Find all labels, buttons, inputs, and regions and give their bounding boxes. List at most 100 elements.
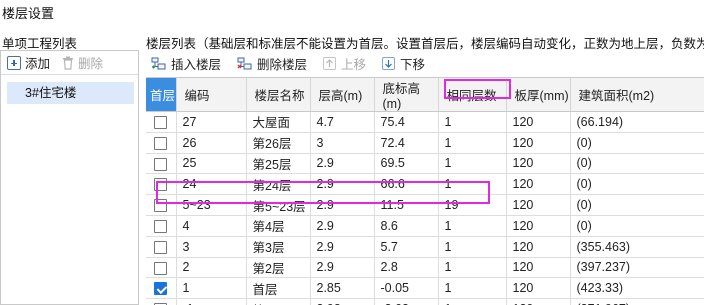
cell-slab[interactable]: 120: [506, 111, 571, 133]
cell-area[interactable]: (0): [570, 173, 704, 196]
cell-name[interactable]: 第25层: [246, 153, 311, 175]
cell-name[interactable]: 第24层: [246, 173, 311, 196]
cell-height[interactable]: 2.9: [310, 194, 375, 216]
first-floor-checkbox[interactable]: [154, 157, 168, 171]
cell-name[interactable]: 第2层: [246, 257, 311, 279]
cell-slab[interactable]: 120: [506, 257, 571, 279]
first-floor-checkbox[interactable]: [154, 136, 168, 150]
table-row[interactable]: 26 第26层 3 72.4 1 120 (0): [146, 132, 704, 154]
cell-area[interactable]: (66.194): [570, 111, 704, 133]
table-row[interactable]: -1第-1层2.98-3.031120(371.967): [146, 298, 704, 305]
first-floor-checkbox[interactable]: [154, 199, 168, 213]
cell-same[interactable]: 1: [438, 298, 507, 305]
cell-base[interactable]: 8.6: [374, 215, 439, 237]
cell-code[interactable]: 4: [176, 215, 247, 237]
cell-area[interactable]: (355.463): [570, 236, 704, 258]
col-header-base-elevation[interactable]: 底标高(m): [374, 78, 439, 112]
cell-same[interactable]: 1: [438, 236, 507, 258]
cell-base[interactable]: 66.6: [374, 173, 439, 196]
cell-base[interactable]: 5.7: [374, 236, 439, 258]
cell-code[interactable]: 5~23: [176, 194, 247, 216]
cell-name[interactable]: 第26层: [246, 132, 311, 154]
cell-slab[interactable]: 120: [506, 153, 571, 175]
project-item[interactable]: 3#住宅楼: [7, 82, 134, 104]
cell-height[interactable]: 2.9: [310, 215, 375, 237]
cell-base[interactable]: -3.03: [374, 298, 439, 305]
cell-slab[interactable]: 120: [506, 132, 571, 154]
col-header-slab[interactable]: 板厚(mm): [506, 78, 571, 112]
cell-slab[interactable]: 120: [506, 236, 571, 258]
col-header-name[interactable]: 楼层名称: [246, 78, 311, 112]
table-row[interactable]: 4 第4层 2.9 8.6 1 120 (0): [146, 215, 704, 237]
add-project-button[interactable]: 添加: [7, 53, 50, 72]
table-row[interactable]: 2 第2层 2.9 2.8 1 120 (397.237): [146, 257, 704, 279]
cell-same[interactable]: 1: [438, 173, 507, 196]
cell-name[interactable]: 第-1层: [246, 298, 311, 305]
col-header-height[interactable]: 层高(m): [310, 78, 375, 112]
cell-area[interactable]: (0): [570, 215, 704, 237]
table-row[interactable]: 25 第25层 2.9 69.5 1 120 (0): [146, 153, 704, 175]
cell-area[interactable]: (0): [570, 153, 704, 175]
cell-name[interactable]: 大屋面: [246, 111, 311, 133]
cell-area[interactable]: (397.237): [570, 257, 704, 279]
cell-height[interactable]: 2.98: [310, 298, 375, 305]
cell-slab[interactable]: 120: [506, 173, 571, 196]
cell-name[interactable]: 第3层: [246, 236, 311, 258]
cell-height[interactable]: 3: [310, 132, 375, 154]
cell-same[interactable]: 1: [438, 111, 507, 133]
table-row[interactable]: 1 首层 2.85 -0.05 1 120 (423.33): [146, 277, 704, 300]
cell-slab[interactable]: 120: [506, 298, 571, 305]
cell-name[interactable]: 第4层: [246, 215, 311, 237]
col-header-same-count[interactable]: 相同层数: [438, 78, 507, 112]
cell-code[interactable]: 24: [176, 173, 247, 196]
move-up-button[interactable]: 上移: [323, 54, 366, 73]
cell-height[interactable]: 2.9: [310, 153, 375, 175]
table-row[interactable]: 24 第24层 2.9 66.6 1 120 (0): [146, 173, 704, 196]
table-row[interactable]: 3 第3层 2.9 5.7 1 120 (355.463): [146, 236, 704, 258]
cell-base[interactable]: 11.5: [374, 194, 439, 216]
cell-height[interactable]: 2.9: [310, 236, 375, 258]
first-floor-checkbox[interactable]: [154, 261, 168, 275]
cell-code[interactable]: 25: [176, 153, 247, 175]
cell-base[interactable]: -0.05: [374, 277, 439, 300]
table-row[interactable]: 27 大屋面 4.7 75.4 1 120 (66.194): [146, 111, 704, 133]
first-floor-checkbox[interactable]: [154, 116, 168, 129]
col-header-code[interactable]: 编码: [176, 78, 247, 112]
cell-same[interactable]: 1: [438, 277, 507, 300]
cell-code[interactable]: -1: [176, 298, 247, 305]
cell-height[interactable]: 2.9: [310, 257, 375, 279]
cell-base[interactable]: 75.4: [374, 111, 439, 133]
cell-name[interactable]: 首层: [246, 277, 311, 300]
cell-height[interactable]: 2.9: [310, 173, 375, 196]
table-row[interactable]: 5~23 第5~23层 2.9 11.5 19 120 (0): [146, 194, 704, 216]
cell-code[interactable]: 27: [176, 111, 247, 133]
delete-floor-button[interactable]: 删除楼层: [237, 54, 307, 73]
first-floor-checkbox[interactable]: [154, 282, 168, 296]
cell-same[interactable]: 1: [438, 132, 507, 154]
cell-base[interactable]: 69.5: [374, 153, 439, 175]
col-header-first-floor[interactable]: 首层: [146, 78, 177, 112]
cell-code[interactable]: 1: [176, 277, 247, 300]
first-floor-checkbox[interactable]: [154, 240, 168, 254]
cell-code[interactable]: 2: [176, 257, 247, 279]
delete-project-button[interactable]: 删除: [62, 53, 103, 72]
cell-slab[interactable]: 120: [506, 215, 571, 237]
move-down-button[interactable]: 下移: [382, 54, 425, 73]
insert-floor-button[interactable]: 插入楼层: [151, 54, 221, 73]
cell-slab[interactable]: 120: [506, 277, 571, 300]
cell-same[interactable]: 1: [438, 215, 507, 237]
cell-height[interactable]: 4.7: [310, 111, 375, 133]
cell-area[interactable]: (371.967): [570, 298, 704, 305]
cell-base[interactable]: 2.8: [374, 257, 439, 279]
cell-same[interactable]: 1: [438, 153, 507, 175]
cell-slab[interactable]: 120: [506, 194, 571, 216]
cell-code[interactable]: 3: [176, 236, 247, 258]
cell-area[interactable]: (0): [570, 194, 704, 216]
col-header-area[interactable]: 建筑面积(m2): [570, 78, 704, 112]
cell-base[interactable]: 72.4: [374, 132, 439, 154]
cell-area[interactable]: (0): [570, 132, 704, 154]
cell-height[interactable]: 2.85: [310, 277, 375, 300]
cell-code[interactable]: 26: [176, 132, 247, 154]
cell-area[interactable]: (423.33): [570, 277, 704, 300]
cell-name[interactable]: 第5~23层: [246, 194, 311, 216]
